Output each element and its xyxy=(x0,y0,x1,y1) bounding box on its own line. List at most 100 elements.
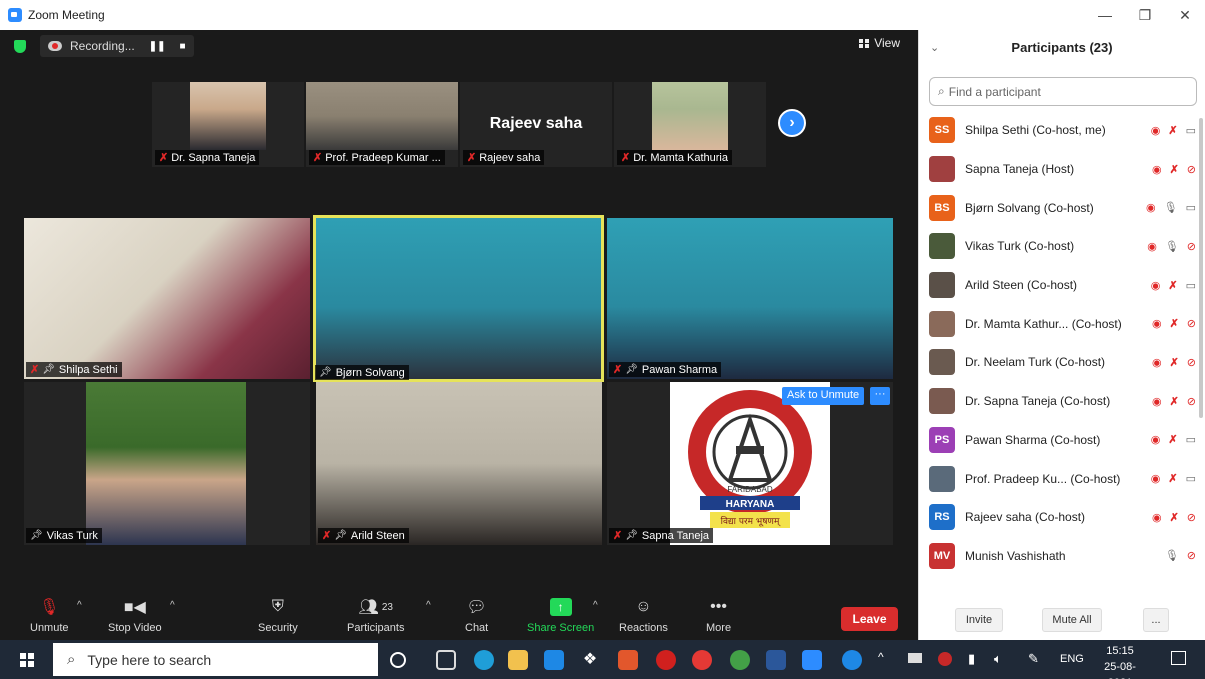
mic-on-icon[interactable]: 🎙︎ xyxy=(1164,201,1178,214)
file-explorer-icon[interactable] xyxy=(508,650,528,670)
strip-video-tile[interactable]: ✗ Dr. Mamta Kathuria xyxy=(614,82,766,167)
video-tile[interactable]: 📌︎ Vikas Turk xyxy=(24,382,310,545)
mail-icon[interactable] xyxy=(544,650,564,670)
video-off-icon[interactable]: ⊘ xyxy=(1187,240,1196,253)
unmute-button[interactable]: 🎙︎ Unmute xyxy=(30,596,69,634)
video-on-icon[interactable]: ▭ xyxy=(1186,279,1196,292)
cortana-icon[interactable] xyxy=(390,652,406,668)
security-button[interactable]: ⛨ Security xyxy=(258,596,298,634)
language-indicator[interactable]: ENG xyxy=(1060,653,1084,665)
participants-options-caret[interactable]: ^ xyxy=(426,600,431,611)
share-screen-button[interactable]: ↑ Share Screen xyxy=(527,596,594,634)
participant-row[interactable]: RS Rajeev saha (Co-host) ◉ ✗ ⊘ xyxy=(919,498,1205,537)
video-tile[interactable]: ✗ 📌︎ Pawan Sharma xyxy=(607,218,893,379)
mic-muted-icon[interactable]: ✗ xyxy=(1170,395,1179,408)
video-options-caret[interactable]: ^ xyxy=(170,600,175,611)
pen-icon[interactable]: ✎ xyxy=(1028,651,1039,667)
mute-all-button[interactable]: Mute All xyxy=(1042,608,1102,632)
edge-browser-icon[interactable] xyxy=(474,650,494,670)
video-tile[interactable]: ✗ 📌︎ Shilpa Sethi xyxy=(24,218,310,379)
participant-row[interactable]: BS Bjørn Solvang (Co-host) ◉ 🎙︎ ▭ xyxy=(919,188,1205,227)
tile-more-options-button[interactable]: ··· xyxy=(870,387,890,405)
help-icon[interactable] xyxy=(842,650,862,670)
stop-recording-button[interactable]: ■ xyxy=(179,41,185,52)
video-on-icon[interactable]: ▭ xyxy=(1186,201,1196,214)
view-button[interactable]: View xyxy=(859,36,900,50)
mic-muted-icon[interactable]: ✗ xyxy=(1168,279,1177,292)
mic-muted-icon[interactable]: ✗ xyxy=(1170,356,1179,369)
video-on-icon[interactable]: ▭ xyxy=(1186,124,1196,137)
video-off-icon[interactable]: ⊘ xyxy=(1187,163,1196,176)
network-icon[interactable]: ▮ xyxy=(968,651,975,667)
ask-to-unmute-button[interactable]: Ask to Unmute xyxy=(782,387,865,405)
reactions-button[interactable]: ☺ Reactions xyxy=(619,596,668,634)
chat-button[interactable]: 💬︎ Chat xyxy=(465,596,488,634)
video-off-icon[interactable]: ⊘ xyxy=(1187,395,1196,408)
participant-row[interactable]: Dr. Mamta Kathur... (Co-host) ◉ ✗ ⊘ xyxy=(919,304,1205,343)
antivirus-icon[interactable] xyxy=(938,652,952,666)
strip-video-tile[interactable]: ✗ Dr. Sapna Taneja xyxy=(152,82,304,167)
panel-more-button[interactable]: ... xyxy=(1143,608,1169,632)
windows-start-icon[interactable] xyxy=(20,653,34,667)
participant-row[interactable]: Dr. Neelam Turk (Co-host) ◉ ✗ ⊘ xyxy=(919,343,1205,382)
whatsapp-icon[interactable] xyxy=(730,650,750,670)
video-off-icon[interactable]: ⊘ xyxy=(1187,511,1196,524)
task-view-icon[interactable] xyxy=(436,650,456,670)
restore-button[interactable]: ❐ xyxy=(1125,0,1165,30)
battery-icon[interactable] xyxy=(908,653,922,663)
participant-row[interactable]: Dr. Sapna Taneja (Co-host) ◉ ✗ ⊘ xyxy=(919,382,1205,421)
next-page-arrow-icon[interactable]: › xyxy=(778,109,806,137)
university-logo: FARIDABAD HARYANA विद्या परम भूषणम् xyxy=(670,382,830,545)
video-tile[interactable]: ✗ 📌︎ Arild Steen xyxy=(316,382,602,545)
video-tile[interactable]: FARIDABAD HARYANA विद्या परम भूषणम् ✗ 📌︎… xyxy=(607,382,893,545)
mic-muted-icon[interactable]: ✗ xyxy=(1170,163,1179,176)
strip-video-tile[interactable]: ✗ Prof. Pradeep Kumar ... xyxy=(306,82,458,167)
mic-muted-icon[interactable]: ✗ xyxy=(1170,511,1179,524)
mic-muted-icon[interactable]: ✗ xyxy=(1168,433,1177,446)
participant-row[interactable]: Arild Steen (Co-host) ◉ ✗ ▭ xyxy=(919,266,1205,305)
encryption-shield-icon[interactable] xyxy=(14,39,26,53)
notification-center-icon[interactable] xyxy=(1171,651,1186,665)
word-icon[interactable] xyxy=(766,650,786,670)
taskbar-clock[interactable]: 15:15 25-08-2021 xyxy=(1096,643,1144,679)
mic-on-icon[interactable]: 🎙︎ xyxy=(1165,549,1179,562)
share-options-caret[interactable]: ^ xyxy=(593,600,598,611)
video-off-icon[interactable]: ⊘ xyxy=(1187,317,1196,330)
taskbar-search-input[interactable]: ⌕ Type here to search xyxy=(53,643,378,676)
pause-recording-button[interactable]: ❚❚ xyxy=(149,41,166,52)
opera-icon[interactable] xyxy=(656,650,676,670)
tray-chevron-icon[interactable]: ^ xyxy=(878,650,884,664)
more-button[interactable]: ••• More xyxy=(706,596,731,634)
zoom-taskbar-icon[interactable] xyxy=(802,650,822,670)
video-off-icon[interactable]: ⊘ xyxy=(1187,356,1196,369)
office-icon[interactable] xyxy=(618,650,638,670)
mic-muted-icon[interactable]: ✗ xyxy=(1170,317,1179,330)
find-participant-input[interactable]: ⌕ Find a participant xyxy=(929,77,1197,106)
stop-video-button[interactable]: ■◀ Stop Video xyxy=(108,596,162,634)
dropbox-icon[interactable]: ❖ xyxy=(580,650,600,670)
leave-button[interactable]: Leave xyxy=(841,607,898,631)
mic-off-icon: 🎙︎ xyxy=(39,599,60,616)
close-button[interactable]: ✕ xyxy=(1165,0,1205,30)
participant-row[interactable]: Vikas Turk (Co-host) ◉ 🎙︎ ⊘ xyxy=(919,227,1205,266)
participant-row[interactable]: PS Pawan Sharma (Co-host) ◉ ✗ ▭ xyxy=(919,421,1205,460)
participant-row[interactable]: MV Munish Vashishath 🎙︎ ⊘ xyxy=(919,537,1205,576)
participant-list-scrollbar[interactable] xyxy=(1199,118,1203,418)
participant-row[interactable]: Sapna Taneja (Host) ◉ ✗ ⊘ xyxy=(919,150,1205,189)
chrome-icon[interactable] xyxy=(692,650,712,670)
mic-muted-icon[interactable]: ✗ xyxy=(1168,124,1177,137)
video-off-icon[interactable]: ⊘ xyxy=(1187,549,1196,562)
volume-icon[interactable]: 🔈︎ xyxy=(994,651,1002,667)
invite-button[interactable]: Invite xyxy=(955,608,1003,632)
participant-row[interactable]: Prof. Pradeep Ku... (Co-host) ◉ ✗ ▭ xyxy=(919,459,1205,498)
strip-video-tile[interactable]: Rajeev saha ✗ Rajeev saha xyxy=(460,82,612,167)
minimize-button[interactable]: — xyxy=(1085,0,1125,30)
participant-row[interactable]: SS Shilpa Sethi (Co-host, me) ◉ ✗ ▭ xyxy=(919,111,1205,150)
participants-button[interactable]: 👥︎ 23 Participants xyxy=(347,596,404,634)
video-on-icon[interactable]: ▭ xyxy=(1186,433,1196,446)
mic-on-icon[interactable]: 🎙︎ xyxy=(1165,240,1179,253)
video-on-icon[interactable]: ▭ xyxy=(1186,472,1196,485)
video-tile-active-speaker[interactable]: 📌︎ Bjørn Solvang xyxy=(313,215,604,382)
audio-options-caret[interactable]: ^ xyxy=(77,600,82,611)
mic-muted-icon[interactable]: ✗ xyxy=(1168,472,1177,485)
